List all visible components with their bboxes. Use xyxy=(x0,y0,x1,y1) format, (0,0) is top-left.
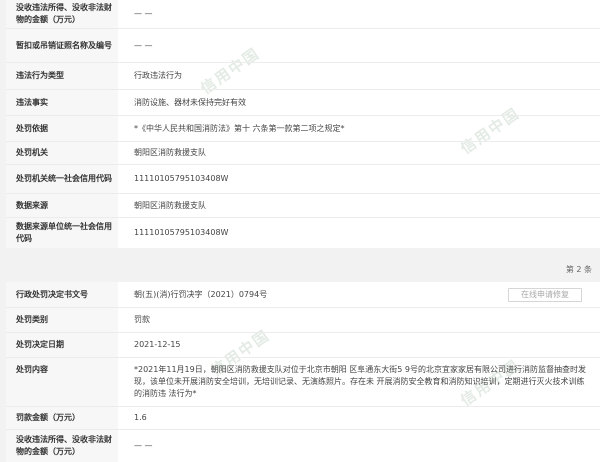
row-label: 处罚依据 xyxy=(6,116,118,141)
row-label: 没收违法所得、没收非法财物的金额（万元） xyxy=(6,430,118,462)
row-label: 没收违法所得、没收非法财物的金额（万元） xyxy=(6,0,118,28)
page-indicator: 第 2 条 xyxy=(565,265,592,274)
detail-row: 处罚机关 朝阳区消防救援支队 xyxy=(6,142,600,165)
row-value: 11110105795103408W xyxy=(134,228,229,237)
row-value: 行政违法行为 xyxy=(134,71,182,80)
row-value: — — xyxy=(134,441,153,450)
row-label: 处罚机关统一社会信用代码 xyxy=(6,165,118,193)
detail-row: 没收违法所得、没收非法财物的金额（万元） — — xyxy=(6,430,600,462)
row-label: 违法事实 xyxy=(6,90,118,115)
row-label: 数据来源单位统一社会信用代码 xyxy=(6,218,118,248)
row-label: 暂扣或吊销证照名称及编号 xyxy=(6,29,118,62)
detail-row: 数据来源 朝阳区消防救援支队 xyxy=(6,194,600,218)
record-panel-1: 信用中国 信用中国 没收违法所得、没收非法财物的金额（万元） — — 暂扣或吊销… xyxy=(6,0,600,248)
detail-row: 罚款金额（万元） 1.6 xyxy=(6,407,600,430)
row-value: 11110105795103408W xyxy=(134,174,229,183)
row-label: 罚款金额（万元） xyxy=(6,407,118,429)
row-label: 违法行为类型 xyxy=(6,63,118,89)
detail-row: 没收违法所得、没收非法财物的金额（万元） — — xyxy=(6,0,600,29)
row-label: 数据来源 xyxy=(6,194,118,217)
row-label: 处罚内容 xyxy=(6,358,118,406)
record-panel-2: 信用中国 信用中国 行政处罚决定书文号 朝(五)(消)行罚决字（2021）079… xyxy=(6,282,600,462)
row-label: 行政处罚决定书文号 xyxy=(6,282,118,307)
row-value: 朝阳区消防救援支队 xyxy=(134,148,206,157)
detail-row: 处罚类别 罚款 xyxy=(6,308,600,333)
detail-row: 数据来源单位统一社会信用代码 11110105795103408W xyxy=(6,218,600,248)
detail-row: 处罚依据 *《中华人民共和国消防法》第十 六条第一款第二项之规定* xyxy=(6,116,600,142)
detail-row: 违法行为类型 行政违法行为 xyxy=(6,63,600,90)
detail-row: 处罚内容 *2021年11月19日，朝阳区消防救援支队对位于北京市朝阳 区阜通东… xyxy=(6,358,600,407)
row-label: 处罚决定日期 xyxy=(6,333,118,357)
row-value: — — xyxy=(134,9,153,18)
detail-row: 行政处罚决定书文号 朝(五)(消)行罚决字（2021）0794号 在线申请修复 xyxy=(6,282,600,308)
row-value: *《中华人民共和国消防法》第十 六条第一款第二项之规定* xyxy=(134,123,345,133)
row-value: 消防设施、器材未保持完好有效 xyxy=(134,97,246,107)
row-value: — — xyxy=(134,40,153,50)
row-value: 罚款 xyxy=(134,315,150,324)
row-label: 处罚类别 xyxy=(6,308,118,332)
detail-row: 违法事实 消防设施、器材未保持完好有效 xyxy=(6,90,600,116)
detail-row: 处罚机关统一社会信用代码 11110105795103408W xyxy=(6,165,600,194)
online-repair-button[interactable]: 在线申请修复 xyxy=(508,288,582,302)
row-label: 处罚机关 xyxy=(6,142,118,164)
row-value: *2021年11月19日，朝阳区消防救援支队对位于北京市朝阳 区阜通东大街5 9… xyxy=(134,365,586,398)
row-value: 朝阳区消防救援支队 xyxy=(134,200,206,210)
row-value: 2021-12-15 xyxy=(134,340,181,349)
row-value: 1.6 xyxy=(134,413,147,422)
detail-row: 暂扣或吊销证照名称及编号 — — xyxy=(6,29,600,63)
detail-row: 处罚决定日期 2021-12-15 xyxy=(6,333,600,358)
